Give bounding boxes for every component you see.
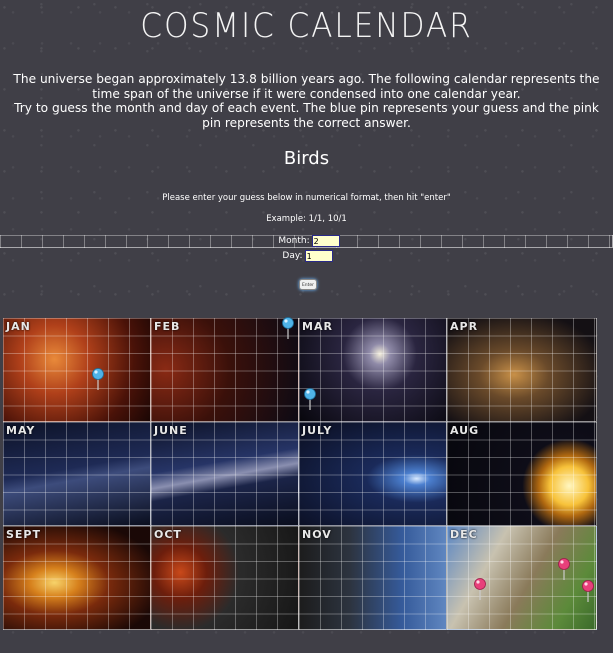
blue-guess-pin [304, 388, 316, 410]
month-label-apr: APR [450, 320, 479, 333]
month-label-oct: OCT [154, 528, 182, 541]
instructions-text: Please enter your guess below in numeric… [162, 193, 451, 203]
month-label: Month: [278, 236, 310, 246]
month-nov[interactable]: NOV [299, 526, 447, 630]
example-text: Example: 1/1, 10/1 [266, 214, 347, 224]
blue-guess-pin [282, 317, 294, 339]
month-july[interactable]: JULY [299, 422, 447, 526]
month-oct[interactable]: OCT [151, 526, 299, 630]
event-name: Birds [283, 148, 330, 169]
month-label-nov: NOV [302, 528, 332, 541]
intro-line-1: The universe began approximately 13.8 bi… [13, 72, 600, 101]
month-label-june: JUNE [154, 424, 188, 437]
day-row: Day: [0, 250, 613, 262]
pink-answer-pin [474, 578, 486, 600]
day-input[interactable] [304, 250, 333, 262]
month-june[interactable]: JUNE [151, 422, 299, 526]
day-label: Day: [282, 251, 303, 261]
month-label-mar: MAR [302, 320, 333, 333]
pink-answer-pin [558, 558, 570, 580]
month-sept[interactable]: SEPT [3, 526, 151, 630]
page-title: COSMIC CALENDAR [140, 6, 473, 46]
month-label-feb: FEB [154, 320, 181, 333]
month-label-jan: JAN [6, 320, 31, 333]
month-may[interactable]: MAY [3, 422, 151, 526]
month-label-sept: SEPT [6, 528, 42, 541]
month-row: Month: [0, 235, 613, 248]
month-feb[interactable]: FEB [151, 318, 299, 422]
month-input[interactable] [311, 235, 340, 247]
month-jan[interactable]: JAN [3, 318, 151, 422]
month-label-july: JULY [302, 424, 333, 437]
blue-guess-pin [92, 368, 104, 390]
month-mar[interactable]: MAR [299, 318, 447, 422]
month-aug[interactable]: AUG [447, 422, 597, 526]
month-label-dec: DEC [450, 528, 478, 541]
cosmic-calendar[interactable]: JAN FEB MAR APR MAY JUNE JULY AUG SEPT O… [3, 317, 597, 630]
intro-line-2: Try to guess the month and day of each e… [14, 101, 599, 130]
month-label-may: MAY [6, 424, 36, 437]
pink-answer-pin [582, 580, 594, 602]
month-label-aug: AUG [450, 424, 480, 437]
intro-text: The universe began approximately 13.8 bi… [4, 72, 609, 130]
month-apr[interactable]: APR [447, 318, 597, 422]
month-dec[interactable]: DEC [447, 526, 597, 630]
enter-button[interactable]: Enter [299, 279, 317, 290]
